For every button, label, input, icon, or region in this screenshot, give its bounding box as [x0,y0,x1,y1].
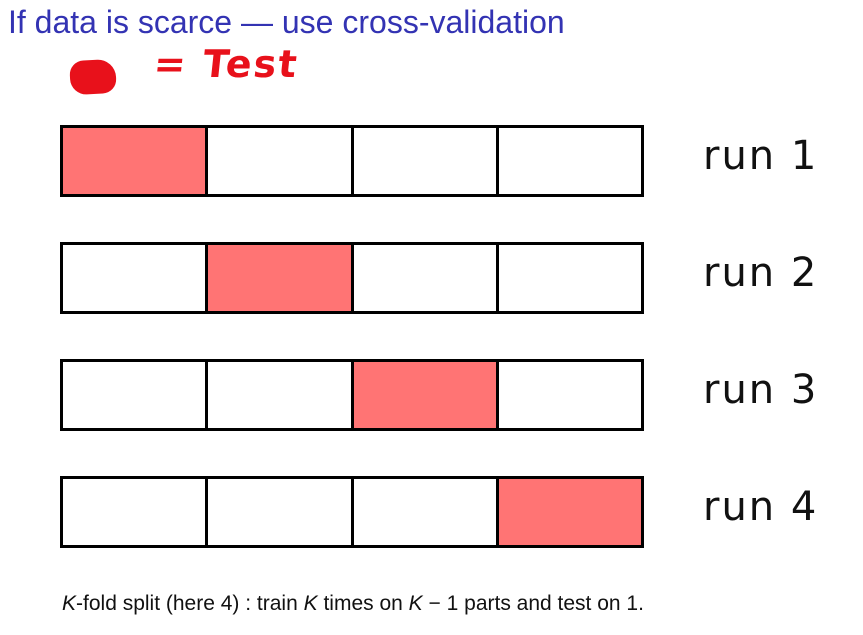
train-fold [353,245,499,311]
train-fold [498,128,641,194]
test-fold [208,245,354,311]
test-fold [498,479,641,545]
run-row [60,359,644,431]
run-label: run 4 [703,484,819,530]
run-row [60,476,644,548]
run-label: run 3 [703,367,819,413]
caption-part-1: -fold split (here 4) : train [76,592,304,615]
train-fold [498,362,641,428]
run-label: run 2 [703,250,819,296]
caption: K-fold split (here 4) : train K times on… [62,592,644,616]
run-label: run 1 [703,133,819,179]
train-fold [208,479,354,545]
train-fold [63,479,209,545]
train-fold [208,128,354,194]
train-fold [208,362,354,428]
red-blob-icon [69,58,117,96]
test-fold [353,362,499,428]
caption-k-1: K [62,592,77,615]
train-fold [63,362,209,428]
annotation-text: = Test [151,42,301,86]
run-row [60,125,644,197]
caption-k-2: K [303,592,318,615]
caption-k-3: K [408,592,423,615]
train-fold [498,245,641,311]
test-fold [63,128,209,194]
train-fold [353,128,499,194]
caption-part-2: times on [317,592,409,615]
train-fold [353,479,499,545]
run-row [60,242,644,314]
caption-part-3: − 1 parts and test on 1. [422,592,644,615]
slide-title: If data is scarce — use cross-validation [8,4,565,40]
handwritten-annotation: = Test [64,42,304,104]
train-fold [63,245,209,311]
